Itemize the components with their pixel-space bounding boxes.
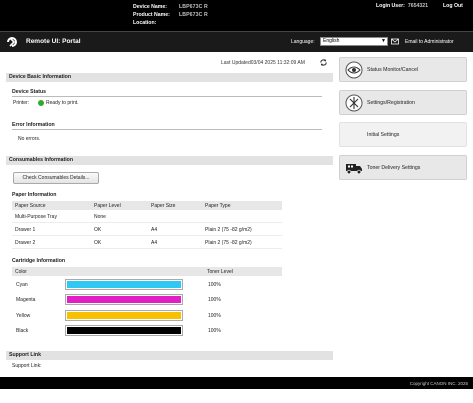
divider — [12, 248, 282, 249]
login-user-value: 7654321 — [407, 3, 429, 9]
chevron-down-icon: ▼ — [381, 38, 386, 44]
paper-col-source: Paper Source — [15, 202, 46, 209]
toner-delivery-button[interactable]: Toner Delivery Settings — [339, 155, 467, 180]
paper-table-header: Paper Source Paper Level Paper Size Pape… — [12, 201, 282, 210]
printer-status: Ready to print. — [46, 100, 79, 106]
page-bottom — [0, 389, 473, 403]
settings-registration-label: Settings/Registration — [367, 100, 415, 106]
printer-label: Printer: — [13, 100, 30, 106]
product-name-value: LBP673C R — [179, 12, 208, 18]
toner-delivery-label: Toner Delivery Settings — [367, 165, 421, 171]
toner-level-bar — [65, 310, 183, 321]
toner-level-bar — [65, 294, 183, 305]
paper-info-title: Paper Information — [12, 192, 57, 198]
cartridge-col-level: Toner Level — [207, 269, 233, 275]
paper-col-level: Paper Level — [94, 202, 121, 209]
cartridge-color-label: Cyan — [16, 282, 28, 288]
initial-settings-button[interactable]: Initial Settings — [339, 122, 467, 147]
refresh-icon[interactable] — [319, 58, 328, 67]
cartridge-info-title: Cartridge Information — [12, 258, 66, 264]
toner-level-value: 100% — [208, 328, 221, 334]
error-info-title: Error Information — [12, 122, 55, 128]
location-label: Location: — [133, 20, 157, 26]
toner-level-fill — [67, 296, 181, 303]
toner-level-fill — [67, 327, 181, 334]
device-basic-section-header: Device Basic Information — [6, 73, 333, 82]
email-admin-link[interactable]: Email to Administrator — [405, 39, 454, 45]
language-select[interactable]: English ▼ — [320, 37, 388, 46]
device-status-title: Device Status — [12, 89, 47, 95]
device-info: Device Name: LBP673C R Product Name: LBP67… — [133, 3, 208, 27]
top-header: Device Name: LBP673C R Product Name: LBP67… — [0, 0, 473, 31]
cartridge-color-label: Magenta — [16, 297, 36, 303]
toner-level-value: 100% — [208, 282, 221, 288]
paper-col-size: Paper Size — [151, 202, 176, 209]
support-link[interactable]: Support Link: — [12, 363, 41, 369]
toner-level-value: 100% — [208, 313, 221, 319]
check-consumables-button[interactable]: Check Consumables Details... — [13, 172, 99, 184]
language-value: English — [323, 38, 340, 44]
ready-status-icon — [38, 100, 44, 106]
status-monitor-icon — [345, 61, 363, 79]
settings-registration-icon — [345, 94, 363, 112]
footer: Copyright CANON INC. 2025 — [0, 377, 473, 389]
toner-level-bar — [65, 325, 183, 336]
status-monitor-button[interactable]: Status Monitor/Cancel — [339, 57, 467, 82]
toner-level-value: 100% — [208, 297, 221, 303]
cartridge-color-label: Yellow — [16, 313, 31, 319]
page-title: Remote UI: Portal — [26, 38, 81, 45]
divider — [12, 96, 322, 97]
portal-bar: Remote UI: Portal Language: English ▼ Em… — [0, 31, 473, 52]
product-name-label: Product Name: — [133, 12, 170, 18]
divider — [12, 222, 282, 223]
toner-level-bar — [65, 279, 183, 290]
login-user: Login User: 7654321 — [376, 3, 428, 9]
paper-table: Paper Source Paper Level Paper Size Pape… — [12, 201, 282, 249]
remote-ui-logo-icon — [7, 37, 17, 47]
divider — [12, 129, 322, 130]
language-label: Language: — [291, 39, 315, 45]
cartridge-table-header-bg — [12, 267, 282, 276]
divider — [12, 235, 282, 236]
last-updated: Last Updated03/04 2025 11:32:09 AM — [221, 60, 305, 66]
error-text: No errors. — [18, 136, 41, 142]
toner-level-fill — [67, 281, 181, 288]
consumables-section-header: Consumables Information — [6, 156, 333, 165]
status-monitor-label: Status Monitor/Cancel — [367, 67, 419, 73]
truck-icon — [346, 164, 362, 175]
toner-level-fill — [67, 312, 181, 319]
envelope-arrow-icon[interactable] — [391, 37, 400, 46]
cartridge-col-color: Color — [15, 269, 27, 275]
support-section-header: Support Link — [6, 351, 333, 360]
settings-registration-button[interactable]: Settings/Registration — [339, 90, 467, 115]
cartridge-color-label: Black — [16, 328, 29, 334]
paper-col-type: Paper Type — [205, 202, 231, 209]
device-name-label: Device Name: — [133, 4, 168, 10]
initial-settings-label: Initial Settings — [367, 132, 400, 138]
logout-link[interactable]: Log Out — [443, 3, 463, 9]
login-user-label: Login User: — [376, 3, 405, 9]
copyright: Copyright CANON INC. 2025 — [409, 381, 468, 386]
device-name-value: LBP673C R — [179, 4, 208, 10]
